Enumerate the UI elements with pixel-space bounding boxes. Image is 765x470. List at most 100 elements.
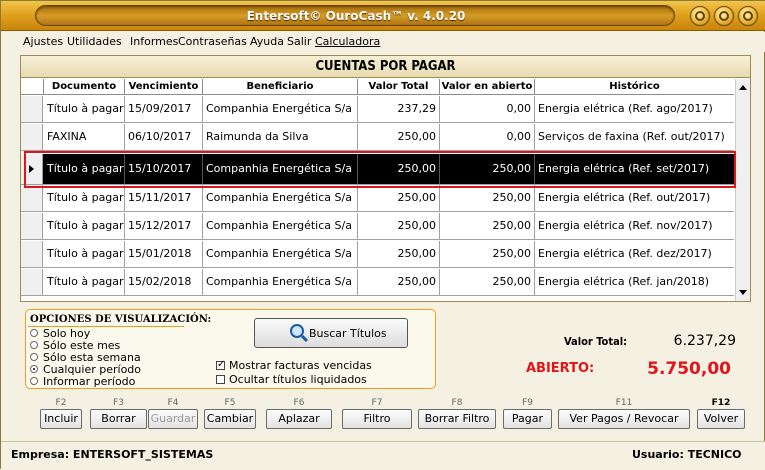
- row-indicator[interactable]: [21, 185, 43, 211]
- menu-bar: Ajustes Utilidades Informes Contraseñas …: [1, 32, 765, 52]
- menu-informes[interactable]: Informes: [130, 35, 178, 48]
- cell-beneficiario: Companhia Energética S/a: [203, 269, 358, 295]
- header-documento[interactable]: Documento: [44, 79, 125, 95]
- menu-calculadora[interactable]: Calculadora: [315, 35, 380, 48]
- vertical-scrollbar[interactable]: [735, 79, 750, 301]
- incluir-button[interactable]: Incluir: [40, 409, 82, 429]
- menu-contrasenas[interactable]: Contraseñas: [178, 35, 247, 48]
- borrar-filtro-button[interactable]: Borrar Filtro: [418, 409, 496, 429]
- cell-abierto: 0,00: [440, 124, 535, 150]
- fkey-group-f2: F2 Incluir: [40, 397, 82, 429]
- cell-vencimiento: 15/09/2017: [125, 96, 203, 122]
- total-label: Valor Total:: [564, 335, 628, 348]
- maximize-button[interactable]: [714, 6, 734, 26]
- cell-documento: Título à pagar: [44, 241, 125, 267]
- cell-total: 250,00: [358, 241, 440, 267]
- row-indicator[interactable]: [21, 213, 43, 239]
- table-row[interactable]: Título à pagar 15/01/2018 Companhia Energé…: [21, 241, 734, 268]
- pagar-button[interactable]: Pagar: [503, 409, 552, 429]
- checkbox-label: Ocultar títulos liquidados: [229, 373, 367, 386]
- header-vencimiento[interactable]: Vencimiento: [125, 79, 203, 95]
- fkey-label: F8: [451, 398, 463, 408]
- minimize-button[interactable]: [690, 6, 710, 26]
- search-titles-button[interactable]: Buscar Títulos: [254, 318, 408, 348]
- cell-beneficiario: Raimunda da Silva: [203, 124, 358, 150]
- cell-beneficiario: Companhia Energética S/a: [203, 185, 358, 211]
- row-indicator[interactable]: [21, 124, 43, 150]
- table-row[interactable]: Título à pagar 15/12/2017 Companhia Energé…: [21, 213, 734, 240]
- maximize-icon: [719, 11, 729, 21]
- header-indicator: [21, 79, 44, 95]
- cell-total: 250,00: [358, 185, 440, 211]
- options-title: OPCIONES DE VISUALIZACIÓN:: [30, 314, 212, 325]
- title-pill: Entersoft© OuroCash™ v. 4.0.20: [35, 5, 675, 26]
- accounts-grid[interactable]: Documento Vencimiento Beneficiario Valor…: [21, 79, 734, 301]
- table-row[interactable]: Título à pagar 15/02/2018 Companhia Energé…: [21, 269, 734, 296]
- fkey-group-f9: F9 Pagar: [503, 397, 552, 429]
- row-indicator[interactable]: [21, 241, 43, 267]
- header-valor-abierto[interactable]: Valor en abierto: [440, 79, 535, 95]
- close-icon: [743, 11, 753, 21]
- fkey-group-f5: F5 Cambiar: [204, 397, 256, 429]
- borrar-button[interactable]: Borrar: [90, 409, 147, 429]
- panel-title: CUENTAS POR PAGAR: [21, 56, 750, 78]
- table-row[interactable]: Título à pagar 15/10/2017 Companhia Energé…: [21, 154, 734, 185]
- guardar-button: Guardar: [148, 409, 198, 429]
- row-indicator[interactable]: [21, 154, 43, 184]
- radio-circle-icon: [30, 353, 38, 361]
- scroll-up-icon[interactable]: [739, 85, 747, 90]
- checkbox-ocultar-liquidados[interactable]: Ocultar títulos liquidados: [216, 373, 367, 386]
- cell-total: 250,00: [358, 154, 440, 184]
- menu-ayuda[interactable]: Ayuda: [250, 35, 284, 48]
- accounts-panel: CUENTAS POR PAGAR Documento Vencimiento …: [20, 55, 751, 302]
- row-indicator[interactable]: [21, 269, 43, 295]
- aplazar-button[interactable]: Aplazar: [266, 409, 332, 429]
- scroll-down-icon[interactable]: [739, 290, 747, 295]
- menu-salir[interactable]: Salir: [287, 35, 311, 48]
- cell-beneficiario: Companhia Energética S/a: [203, 241, 358, 267]
- cell-vencimiento: 15/10/2017: [125, 154, 203, 184]
- header-beneficiario[interactable]: Beneficiario: [203, 79, 358, 95]
- cell-documento: Título à pagar: [44, 213, 125, 239]
- fkey-label: F3: [113, 398, 124, 408]
- fkey-group-f11: F11 Ver Pagos / Revocar: [558, 397, 690, 429]
- filtro-button[interactable]: Filtro: [342, 409, 412, 429]
- fkey-group-f6: F6 Aplazar: [266, 397, 332, 429]
- radio-informar-periodo[interactable]: Informar período: [30, 375, 135, 388]
- fkey-group-f8: F8 Borrar Filtro: [418, 397, 496, 429]
- fkey-label: F12: [711, 398, 731, 408]
- header-historico[interactable]: Histórico: [535, 79, 734, 95]
- table-row[interactable]: Título à pagar 15/09/2017 Companhia Energé…: [21, 96, 734, 123]
- radio-circle-icon: [30, 329, 38, 337]
- cell-vencimiento: 15/11/2017: [125, 185, 203, 211]
- menu-utilidades[interactable]: Utilidades: [67, 35, 122, 48]
- cell-abierto: 250,00: [440, 154, 535, 184]
- cambiar-button[interactable]: Cambiar: [204, 409, 256, 429]
- cell-documento: FAXINA: [44, 124, 125, 150]
- open-label: ABIERTO:: [526, 361, 595, 376]
- fkey-label: F9: [522, 398, 533, 408]
- menu-ajustes[interactable]: Ajustes: [23, 35, 63, 48]
- cell-abierto: 250,00: [440, 241, 535, 267]
- table-row[interactable]: Título à pagar 15/11/2017 Companhia Energé…: [21, 185, 734, 212]
- cell-documento: Título à pagar: [44, 96, 125, 122]
- search-icon-handle: [300, 334, 309, 343]
- status-usuario: Usuario: TECNICO: [632, 448, 742, 461]
- current-row-arrow-icon: [29, 165, 34, 173]
- header-valor-total[interactable]: Valor Total: [358, 79, 440, 95]
- volver-button[interactable]: Volver: [697, 409, 745, 429]
- cell-historico: Energia elétrica (Ref. dez/2017): [538, 247, 712, 260]
- close-button[interactable]: [738, 6, 758, 26]
- cell-historico: Energia elétrica (Ref. set/2017): [538, 162, 710, 175]
- row-indicator[interactable]: [21, 96, 43, 122]
- table-row[interactable]: FAXINA 06/10/2017 Raimunda da Silva 250,00 0…: [21, 124, 734, 151]
- cell-total: 250,00: [358, 269, 440, 295]
- title-bar[interactable]: Entersoft© OuroCash™ v. 4.0.20: [1, 1, 765, 31]
- cell-historico: Energia elétrica (Ref. nov/2017): [538, 219, 713, 232]
- radio-label: Informar período: [43, 375, 136, 388]
- cell-vencimiento: 15/12/2017: [125, 213, 203, 239]
- ver-pagos-revocar-button[interactable]: Ver Pagos / Revocar: [558, 409, 690, 429]
- cell-abierto: 250,00: [440, 213, 535, 239]
- checkbox-mostrar-vencidas[interactable]: Mostrar facturas vencidas: [216, 359, 372, 372]
- checkbox-box: [216, 374, 225, 384]
